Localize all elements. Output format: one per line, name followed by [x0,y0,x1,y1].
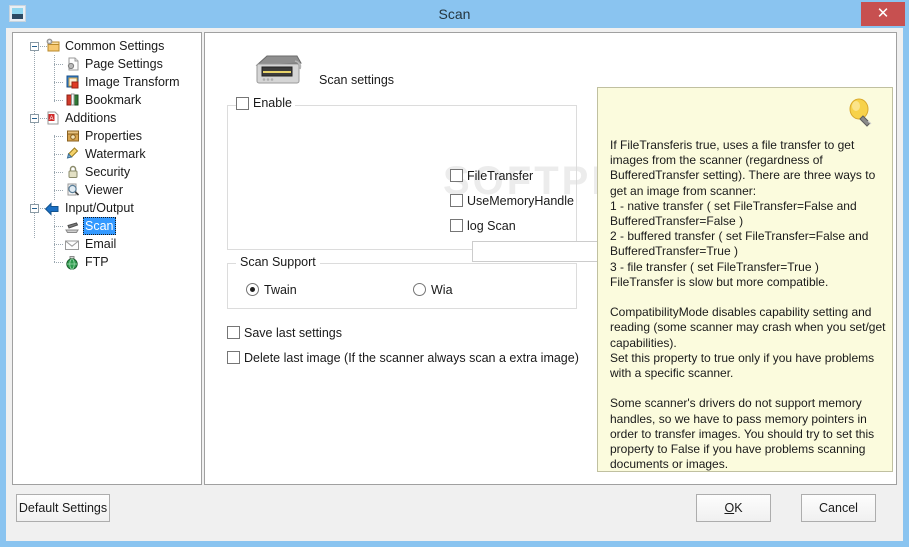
use-memory-handle-label: UseMemoryHandle [467,194,574,208]
twain-radio[interactable] [246,283,259,296]
envelope-icon [65,240,79,250]
image-transform-icon [66,75,79,89]
tree-guide-line [54,226,64,227]
save-last-settings-checkbox-row[interactable]: Save last settings [227,326,342,340]
delete-last-image-label: Delete last image (If the scanner always… [244,351,579,365]
lightbulb-icon [849,98,872,127]
delete-last-image-checkbox-row[interactable]: Delete last image (If the scanner always… [227,351,579,365]
enable-checkbox-row[interactable]: Enable [236,96,295,110]
sidebar-item-watermark[interactable]: Watermark [66,145,148,163]
cancel-button[interactable]: Cancel [801,494,876,522]
sidebar-item-label: Security [85,165,131,179]
wia-radio[interactable] [413,283,426,296]
delete-last-image-checkbox[interactable] [227,351,240,364]
page-icon [67,57,79,71]
file-transfer-checkbox-row[interactable]: FileTransfer [450,169,533,183]
settings-folder-icon [46,38,60,52]
enable-checkbox[interactable] [236,96,249,110]
sidebar-item-label: Common Settings [65,39,165,53]
sidebar-item-label: FTP [85,255,109,269]
sidebar-item-label: Input/Output [65,201,134,215]
wia-radio-row[interactable]: Wia [413,283,453,297]
sidebar-item-scan[interactable]: Scan [65,217,116,235]
sidebar-item-label: Bookmark [85,93,142,107]
tree-guide-line [54,172,64,173]
default-settings-button[interactable]: Default Settings [16,494,110,522]
save-last-settings-label: Save last settings [244,326,342,340]
tree-guide-line [54,135,55,201]
scan-settings-content: Scan settings SOFTPEDIA Enable FileTrans… [204,32,897,485]
sidebar-item-label: Scan [83,217,116,235]
ok-button[interactable]: OK [696,494,771,522]
log-scan-checkbox[interactable] [450,219,463,232]
use-memory-handle-checkbox-row[interactable]: UseMemoryHandle [450,194,574,208]
title-bar: Scan ✕ [0,0,909,28]
bookmark-icon [66,93,79,106]
window-title: Scan [438,6,471,22]
scan-settings-dialog: Scan ✕ Common Settings Page Settings Ima… [0,0,909,547]
tree-expander-common-settings[interactable] [30,42,39,51]
log-scan-checkbox-row[interactable]: log Scan [450,219,516,233]
use-memory-handle-checkbox[interactable] [450,194,463,207]
sidebar-item-label: Email [85,237,117,251]
properties-icon [67,130,79,142]
watermark-pen-icon [66,147,79,159]
sidebar-item-label: Additions [65,111,117,125]
sidebar-item-label: Page Settings [85,57,163,71]
flatbed-scanner-icon [255,55,302,84]
scan-support-legend: Scan Support [236,255,320,269]
help-text: If FileTransferis true, uses a file tran… [610,138,886,472]
sidebar-item-common-settings[interactable]: Common Settings [46,37,166,55]
sidebar-item-email[interactable]: Email [65,235,118,253]
file-transfer-label: FileTransfer [467,169,534,183]
tree-guide-line [54,82,64,83]
sidebar-item-additions[interactable]: A Additions [47,109,118,127]
sidebar-item-label: Viewer [85,183,123,197]
settings-tree[interactable]: Common Settings Page Settings Image Tran… [12,32,202,485]
svg-text:A: A [49,116,53,122]
sidebar-item-input-output[interactable]: Input/Output [44,199,136,217]
tree-guide-line [54,100,64,101]
sidebar-item-bookmark[interactable]: Bookmark [66,91,143,109]
sidebar-item-ftp[interactable]: FTP [66,253,111,271]
page-title: Scan settings [319,73,395,87]
sidebar-item-label: Watermark [85,147,146,161]
tree-guide-line [54,64,64,65]
sidebar-item-properties[interactable]: Properties [67,127,144,145]
sidebar-item-label: Properties [85,129,142,143]
twain-label: Twain [264,283,297,297]
sidebar-item-page-settings[interactable]: Page Settings [67,55,165,73]
magnifier-icon [67,183,80,196]
tree-guide-line [54,262,64,263]
lock-icon [68,165,78,178]
pdf-icon: A [47,111,59,125]
help-panel: If FileTransferis true, uses a file tran… [597,87,893,472]
twain-radio-row[interactable]: Twain [246,283,297,297]
tree-expander-input-output[interactable] [30,204,39,213]
wia-label: Wia [431,283,453,297]
tree-guide-line [54,244,64,245]
save-last-settings-checkbox[interactable] [227,326,240,339]
sidebar-item-viewer[interactable]: Viewer [67,181,125,199]
sidebar-item-image-transform[interactable]: Image Transform [66,73,181,91]
tree-guide-line [54,190,64,191]
file-transfer-checkbox[interactable] [450,169,463,182]
scanner-icon [65,222,79,233]
tree-guide-line [54,136,64,137]
globe-icon [66,256,78,270]
tree-expander-additions[interactable] [30,114,39,123]
dialog-client-area: Common Settings Page Settings Image Tran… [6,28,903,541]
log-scan-label: log Scan [467,219,516,233]
tree-guide-line [54,215,55,263]
ok-button-rest: K [734,501,743,515]
sidebar-item-security[interactable]: Security [68,163,132,181]
blue-arrow-icon [44,202,59,216]
ok-button-mnemonic: O [724,501,735,515]
enable-label: Enable [253,96,292,110]
tree-guide-line [54,55,55,103]
sidebar-item-label: Image Transform [85,75,180,89]
tree-guide-line [54,154,64,155]
close-icon[interactable]: ✕ [861,2,905,26]
